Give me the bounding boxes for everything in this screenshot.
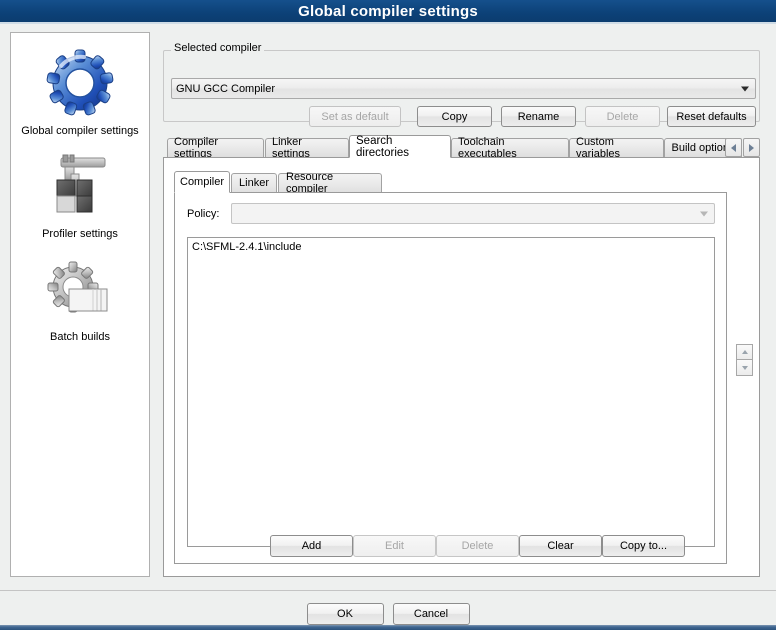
clear-button[interactable]: Clear — [519, 535, 602, 557]
tab-toolchain-executables[interactable]: Toolchain executables — [451, 136, 569, 160]
settings-content-area: Selected compiler GNU GCC Compiler Set a… — [163, 32, 763, 577]
search-directories-list[interactable]: C:\SFML-2.4.1\include — [187, 237, 715, 547]
rename-button[interactable]: Rename — [501, 106, 576, 127]
tab-search-directories[interactable]: Search directories — [349, 135, 451, 159]
ok-button[interactable]: OK — [306, 603, 384, 625]
triangle-up-icon — [741, 350, 748, 354]
selected-compiler-label: Selected compiler — [171, 42, 265, 54]
footer-separator — [0, 590, 776, 591]
tab-linker-settings[interactable]: Linker settings — [265, 136, 349, 160]
delete-button[interactable]: Delete — [436, 535, 519, 557]
set-as-default-button[interactable]: Set as default — [309, 106, 401, 127]
edit-button[interactable]: Edit — [353, 535, 436, 557]
list-item[interactable]: C:\SFML-2.4.1\include — [188, 238, 714, 255]
inner-tab-compiler[interactable]: Compiler — [174, 171, 230, 193]
compiler-select[interactable]: GNU GCC Compiler — [171, 78, 756, 99]
copy-button[interactable]: Copy — [417, 106, 492, 127]
spinner-up-button[interactable] — [736, 344, 753, 360]
tab-scroll-left-button[interactable] — [725, 138, 742, 157]
window-title: Global compiler settings — [298, 2, 478, 20]
sidebar-item-label: Batch builds — [50, 331, 110, 343]
search-directories-inner-tabbar[interactable]: Compiler Linker Resource compiler — [174, 171, 749, 195]
copy-to-button[interactable]: Copy to... — [602, 535, 685, 557]
triangle-right-icon — [749, 143, 754, 152]
blue-gear-icon — [43, 47, 117, 121]
tab-scroll-right-button[interactable] — [743, 138, 760, 157]
add-button[interactable]: Add — [270, 535, 353, 557]
sidebar-item-batch-builds[interactable]: Batch builds — [11, 245, 149, 348]
sidebar-item-label: Global compiler settings — [21, 125, 139, 137]
window-titlebar: Global compiler settings — [0, 0, 776, 22]
tab-compiler-settings[interactable]: Compiler settings — [167, 136, 264, 160]
settings-category-sidebar[interactable]: Global compiler settings Profiler settin… — [10, 32, 150, 577]
triangle-left-icon — [731, 143, 736, 152]
window-bottom-accent — [0, 625, 776, 630]
policy-label: Policy: — [187, 208, 220, 220]
compiler-select-value: GNU GCC Compiler — [176, 82, 276, 95]
sidebar-item-global-compiler-settings[interactable]: Global compiler settings — [11, 39, 149, 142]
caliper-blocks-icon — [43, 150, 117, 224]
compiler-action-buttons: Set as default Copy Rename Delete Reset … — [163, 106, 760, 130]
panel-resize-spinner[interactable] — [736, 344, 753, 376]
gray-gear-pages-icon — [43, 253, 117, 327]
settings-tabbar[interactable]: Compiler settings Linker settings Search… — [163, 135, 760, 160]
policy-select[interactable] — [231, 203, 715, 224]
chevron-down-icon — [700, 211, 708, 216]
inner-tab-linker[interactable]: Linker — [231, 173, 277, 192]
inner-tab-resource-compiler[interactable]: Resource compiler — [278, 171, 382, 195]
delete-compiler-button[interactable]: Delete — [585, 106, 660, 127]
reset-defaults-button[interactable]: Reset defaults — [667, 106, 756, 127]
triangle-down-icon — [741, 365, 748, 370]
cancel-button[interactable]: Cancel — [392, 603, 470, 625]
sidebar-item-profiler-settings[interactable]: Profiler settings — [11, 142, 149, 245]
search-directories-panel: Compiler Linker Resource compiler Policy… — [163, 157, 760, 577]
compiler-search-dirs-page: Policy: C:\SFML-2.4.1\include — [174, 192, 727, 564]
dialog-body: Global compiler settings Profiler settin… — [0, 24, 776, 625]
spinner-down-button[interactable] — [736, 360, 753, 376]
search-directories-action-buttons: Add Edit Delete Clear Copy to... — [174, 535, 751, 561]
chevron-down-icon — [741, 86, 749, 91]
tab-custom-variables[interactable]: Custom variables — [569, 136, 664, 160]
sidebar-item-label: Profiler settings — [42, 228, 118, 240]
